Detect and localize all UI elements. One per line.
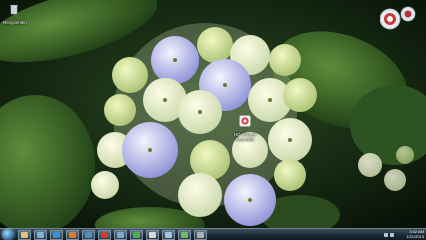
firefox-icon [69,232,76,238]
taskbar-chrome-button[interactable] [130,230,143,240]
taskbar-explorer-button[interactable] [114,230,127,240]
chrome-icon [133,232,140,238]
taskbar-notepad-button[interactable] [162,230,175,240]
folder-icon [21,232,28,238]
taskbar: 3:42 AM 1/21/2013 [0,228,426,240]
network-icon[interactable] [390,232,394,237]
media-icon [37,232,44,238]
taskbar-firefox-button[interactable] [66,230,79,240]
desktop-icon-recycle-bin[interactable]: Recycle Bin [3,2,27,25]
taskbar-ie-button[interactable] [50,230,63,240]
desktop-icon-screen-recorder[interactable]: HD Screen Recorder [231,114,259,142]
start-button[interactable] [2,229,14,240]
taskbar-media-button[interactable] [34,230,47,240]
taskbar-folder-button[interactable] [18,230,31,240]
desktop-gadget[interactable] [380,5,420,31]
messenger-icon [181,232,188,238]
settings-icon [197,232,204,238]
desktop: Recycle Bin HD Screen Recorder [0,0,426,228]
taskbar-paint-button[interactable] [146,230,159,240]
clock-date: 1/21/2013 [406,233,424,239]
taskbar-media-player-button[interactable] [82,230,95,240]
screen-recorder-icon [239,115,251,127]
taskbar-settings-button[interactable] [194,230,207,240]
wallpaper-hydrangea [0,0,426,228]
desktop-icon-label: Recycle Bin [3,20,27,25]
explorer-icon [117,232,124,238]
recycle-bin-icon [10,5,18,15]
system-tray: 3:42 AM 1/21/2013 [384,229,424,240]
desktop-icon-label: HD Screen Recorder [233,132,256,142]
notepad-icon [165,232,172,238]
volume-icon[interactable] [384,232,388,237]
paint-icon [149,232,156,238]
clock[interactable]: 3:42 AM 1/21/2013 [396,229,424,239]
taskbar-messenger-button[interactable] [178,230,191,240]
ie-icon [53,232,60,238]
screen-recorder-icon [101,232,108,238]
media-player-icon [85,232,92,238]
taskbar-screen-recorder-button[interactable] [98,230,111,240]
